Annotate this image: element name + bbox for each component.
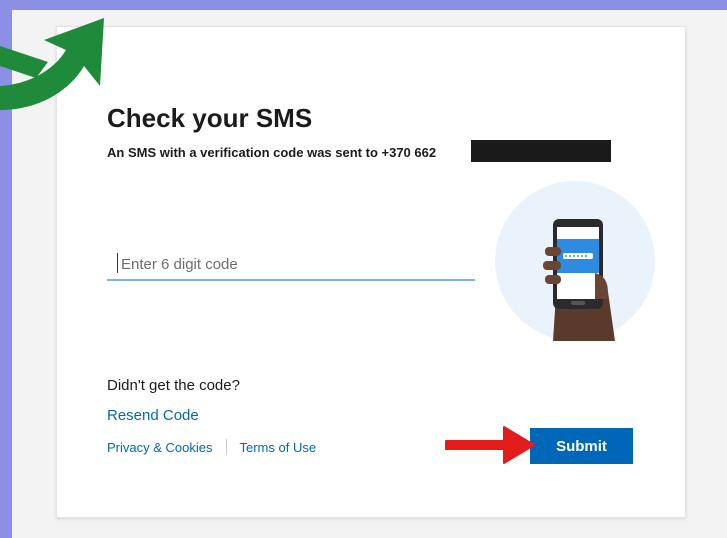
red-arrow-icon [445, 426, 535, 464]
phone-in-hand-icon [495, 181, 655, 341]
page-title: Check your SMS [107, 103, 313, 133]
redacted-phone-number [471, 140, 611, 162]
sms-verification-card: Check your SMS An SMS with a verificatio… [56, 26, 686, 518]
terms-of-use-link[interactable]: Terms of Use [239, 440, 316, 455]
sms-sent-message: An SMS with a verification code was sent… [107, 145, 437, 160]
text-cursor [117, 253, 118, 273]
privacy-cookies-link[interactable]: Privacy & Cookies [107, 440, 212, 455]
footer-divider [226, 439, 228, 455]
submit-button[interactable]: Submit [530, 428, 633, 464]
resend-code-link[interactable]: Resend Code [107, 407, 199, 424]
verification-code-input[interactable] [107, 249, 475, 281]
green-arrow-icon [0, 18, 104, 110]
footer-links: Privacy & Cookies Terms of Use [107, 439, 316, 455]
didnt-get-code-label: Didn't get the code? [107, 377, 240, 394]
